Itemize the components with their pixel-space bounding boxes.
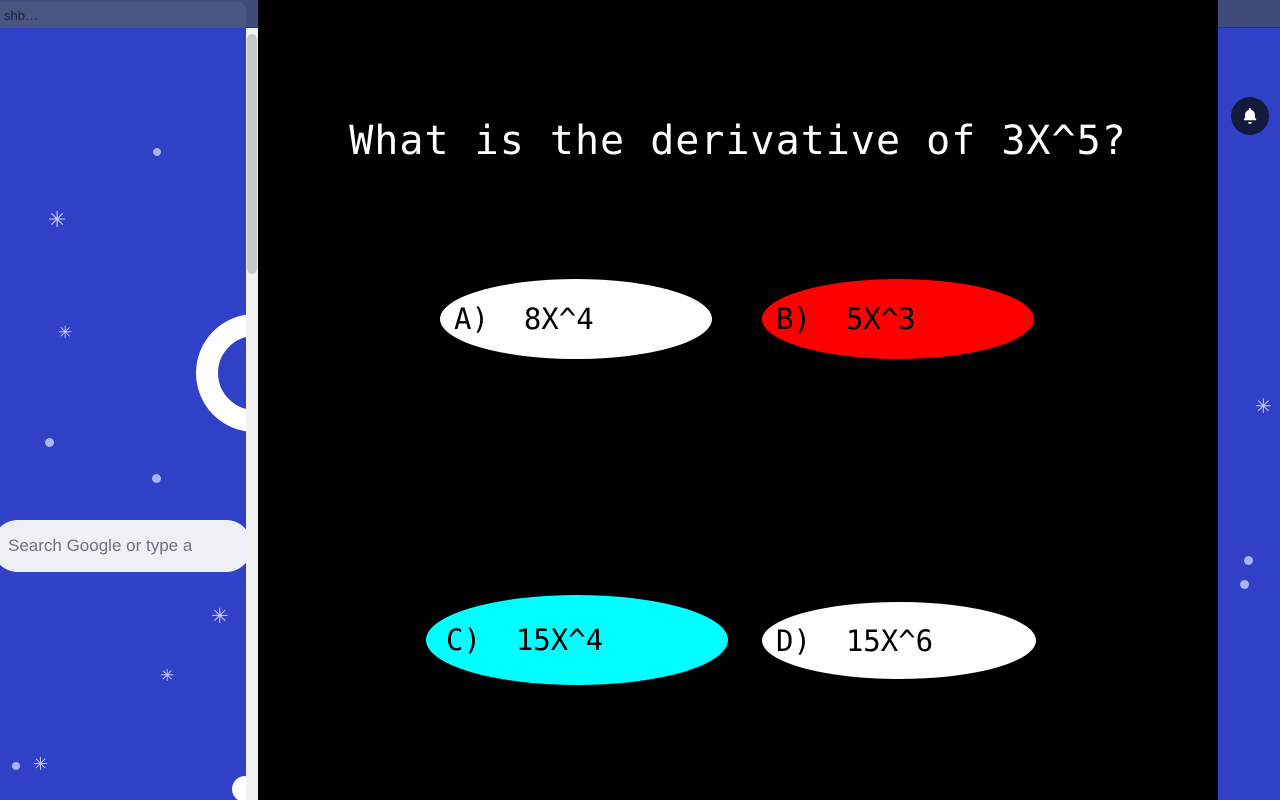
page-scrollbar-thumb[interactable]: [247, 34, 257, 274]
snowflake-particle: [1244, 556, 1253, 565]
quiz-overlay: What is the derivative of 3X^5? A) 8X^4 …: [258, 0, 1218, 800]
snowflake-particle: ✳: [58, 323, 73, 343]
answer-option-d[interactable]: D) 15X^6: [762, 602, 1036, 679]
quiz-question-text: What is the derivative of 3X^5?: [349, 118, 1127, 164]
snowflake-particle: [12, 762, 20, 770]
search-input-placeholder: Search Google or type a: [8, 536, 193, 555]
snowflake-particle: ✳: [33, 754, 49, 775]
bell-icon[interactable]: [1231, 97, 1269, 135]
snowflake-particle: ✳: [48, 208, 67, 233]
snowflake-particle: [153, 148, 161, 156]
snowflake-particle: ✳: [211, 604, 229, 628]
snowflake-particle: [152, 474, 161, 483]
answer-option-b-label: B) 5X^3: [776, 302, 916, 336]
screen-root: shb… ✳✳✳✳✳✳✳ Search Google or type a Wha…: [0, 0, 1280, 800]
answer-option-a-label: A) 8X^4: [454, 302, 594, 336]
answer-option-b[interactable]: B) 5X^3: [762, 279, 1034, 359]
snowflake-particle: ✳: [1255, 394, 1272, 418]
answer-option-d-label: D) 15X^6: [776, 623, 934, 658]
browser-tab-title: shb…: [4, 7, 38, 23]
snowflake-particle: [45, 438, 54, 447]
search-input[interactable]: Search Google or type a: [0, 520, 252, 572]
snowflake-particle: ✳: [160, 666, 175, 686]
snowflake-particle: [1240, 580, 1249, 589]
browser-tab[interactable]: shb…: [0, 2, 246, 28]
answer-option-a[interactable]: A) 8X^4: [440, 279, 712, 359]
answer-option-c-label: C) 15X^4: [446, 623, 604, 657]
answer-option-c[interactable]: C) 15X^4: [426, 595, 728, 685]
